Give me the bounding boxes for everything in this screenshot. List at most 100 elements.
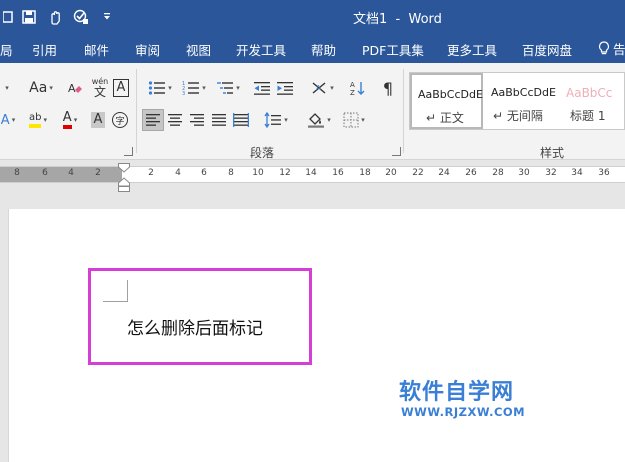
ruler-tick: 14	[305, 168, 317, 178]
paragraph-dialog-launcher[interactable]	[392, 147, 401, 156]
touch-mode-icon[interactable]	[42, 7, 68, 27]
decrease-indent-button[interactable]	[251, 77, 273, 99]
character-border-button[interactable]: A	[112, 77, 130, 99]
style-name: 标题 1	[570, 109, 606, 123]
ruler-tick: 34	[571, 168, 583, 178]
pilcrow-icon: ¶	[382, 78, 394, 98]
style-name: ↵ 无间隔	[493, 109, 543, 123]
ruler-tick: 30	[518, 168, 530, 178]
save-icon[interactable]	[16, 7, 42, 27]
style-sample: AaBbCcDdE	[418, 88, 483, 101]
character-shading-label: A	[90, 112, 106, 128]
ruler-tick: 12	[279, 168, 291, 178]
spelling-check-icon[interactable]	[68, 7, 94, 27]
highlight-color-button[interactable]: ab ▾	[22, 109, 54, 131]
watermark-chinese: 软件自学网	[399, 380, 515, 405]
ribbon: ▾ Aa ▾ A wén 文 A A ▾ ab ▾ A ▾ A 字 ▾ 1 2 3 ▾ ▾	[0, 63, 625, 160]
increase-indent-button[interactable]	[274, 77, 296, 99]
title-bar: 文档1 - Word	[0, 0, 625, 33]
distributed-icon	[233, 113, 249, 127]
ruler-tick: 6	[201, 168, 207, 178]
svg-text:A: A	[68, 82, 76, 95]
style-name: ↵ 正文	[426, 111, 464, 125]
customize-qat-icon[interactable]	[94, 7, 120, 27]
tab-baidu-netdisk[interactable]: 百度网盘	[522, 40, 572, 59]
clear-formatting-button[interactable]: A	[64, 77, 86, 99]
tab-layout[interactable]: 局	[0, 40, 13, 59]
font-dialog-launcher[interactable]	[124, 147, 133, 156]
font-color-button[interactable]: A ▾	[56, 109, 84, 131]
ruler-tick: 8	[228, 168, 234, 178]
chinese-layout-button[interactable]: A ▾	[305, 77, 339, 99]
justify-button[interactable]	[208, 109, 230, 131]
tab-developer[interactable]: 开发工具	[236, 40, 286, 59]
align-center-icon	[168, 114, 182, 126]
distributed-button[interactable]	[230, 109, 252, 131]
enclose-characters-button[interactable]: 字	[110, 109, 130, 131]
ruler-tick: 28	[492, 168, 504, 178]
tab-help[interactable]: 帮助	[311, 40, 336, 59]
tab-more-tools[interactable]: 更多工具	[447, 40, 497, 59]
bullets-button[interactable]: ▾	[143, 77, 177, 99]
tell-me-search[interactable]: 告	[598, 39, 625, 58]
style-heading-1[interactable]: AaBbCc 标题 1	[560, 73, 625, 129]
ruler-tick: 10	[252, 168, 264, 178]
svg-text:Z: Z	[350, 89, 355, 96]
borders-button[interactable]: ▾	[337, 109, 371, 131]
quick-access-toolbar	[0, 7, 120, 27]
style-normal[interactable]: AaBbCcDdE ↵ 正文	[410, 73, 483, 129]
font-size-dropdown-edge[interactable]: ▾	[0, 77, 14, 99]
numbering-icon: 123	[182, 81, 200, 96]
ruler-tick: 2	[148, 168, 154, 178]
paint-bucket-icon	[308, 113, 325, 128]
tab-mailings[interactable]: 邮件	[84, 40, 109, 59]
shading-button[interactable]: ▾	[302, 109, 336, 131]
ruler-tick: 32	[545, 168, 557, 178]
multilevel-list-button[interactable]: ▾	[211, 77, 245, 99]
tab-references[interactable]: 引用	[32, 40, 57, 59]
increase-indent-icon	[277, 82, 293, 95]
style-sample: AaBbCc	[566, 86, 613, 100]
style-no-spacing[interactable]: AaBbCcDdE ↵ 无间隔	[485, 73, 558, 129]
multilevel-list-icon	[217, 82, 234, 94]
ruler-tick: 18	[359, 168, 371, 178]
phonetic-guide-char: 文	[93, 85, 106, 99]
numbering-button[interactable]: 1 2 3 ▾	[177, 77, 211, 99]
ruler-tick: 26	[465, 168, 477, 178]
ruler-tick: 24	[438, 168, 450, 178]
text-effects-button-partial[interactable]: A ▾	[0, 109, 16, 131]
justify-icon	[212, 114, 226, 126]
autosave-icon[interactable]	[0, 7, 16, 27]
paragraph-group-label: 段落	[250, 146, 275, 160]
character-shading-button[interactable]: A	[89, 109, 107, 131]
ruler-tick: 22	[412, 168, 424, 178]
sort-button[interactable]: AZ	[347, 77, 369, 99]
ruler-area: 8 6 4 2 2 4 6 8 10 12 14 16 18 20 22 24 …	[0, 160, 625, 209]
group-separator	[136, 69, 137, 153]
align-right-button[interactable]	[186, 109, 208, 131]
line-spacing-button[interactable]: ▾	[259, 109, 293, 131]
show-marks-button[interactable]: ¶	[377, 77, 399, 99]
tab-review[interactable]: 审阅	[135, 40, 160, 59]
line-spacing-icon	[264, 112, 282, 128]
align-center-button[interactable]	[164, 109, 186, 131]
indent-marker-icon[interactable]	[118, 163, 130, 193]
tab-pdf-tools[interactable]: PDF工具集	[362, 40, 424, 59]
styles-group-label: 样式	[540, 146, 565, 160]
align-right-icon	[190, 114, 204, 126]
ruler-tick: 2	[95, 168, 101, 178]
ruler-tick: 4	[175, 168, 181, 178]
tell-me-label: 告	[613, 42, 625, 57]
group-separator	[403, 69, 404, 153]
phonetic-guide-button[interactable]: wén 文	[88, 75, 112, 101]
svg-text:A: A	[316, 84, 321, 92]
document-area: 怎么删除后面标记 软件自学网 WWW.RJZXW.COM	[0, 209, 625, 462]
change-case-button[interactable]: Aa ▾	[24, 77, 58, 99]
highlighter-icon: ab	[29, 112, 42, 128]
ruler-tick: 36	[598, 168, 610, 178]
document-page[interactable]: 怎么删除后面标记 软件自学网 WWW.RJZXW.COM	[8, 209, 625, 462]
tab-view[interactable]: 视图	[186, 40, 211, 59]
svg-text:3: 3	[182, 91, 185, 96]
align-left-button[interactable]	[142, 109, 164, 131]
horizontal-ruler[interactable]: 8 6 4 2 2 4 6 8 10 12 14 16 18 20 22 24 …	[0, 166, 625, 183]
